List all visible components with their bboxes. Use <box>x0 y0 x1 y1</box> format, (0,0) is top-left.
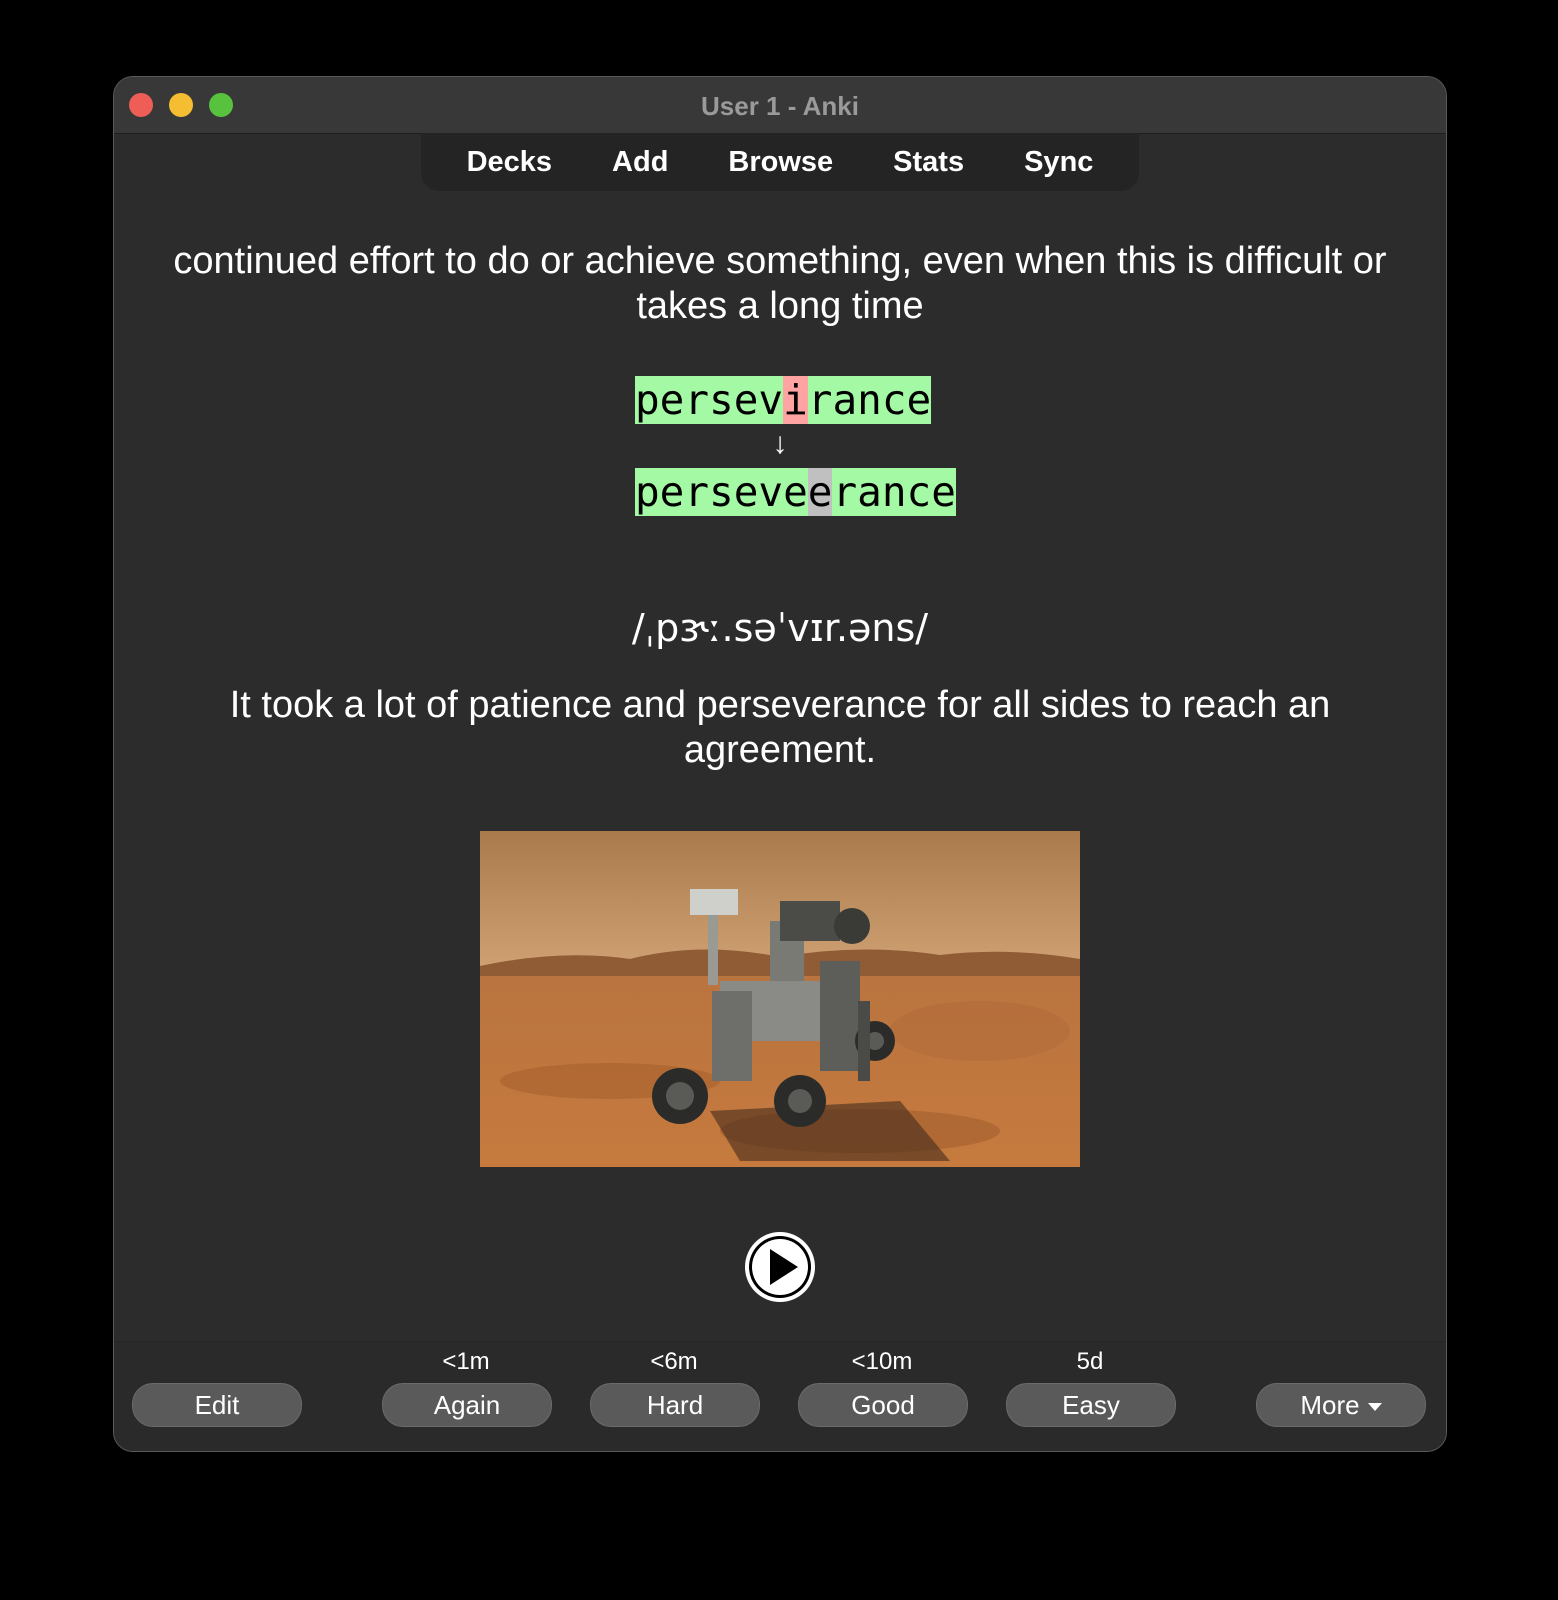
title-bar: User 1 - Anki <box>114 77 1446 134</box>
typed-answer-wrong-letter: i <box>783 376 808 424</box>
typed-answer-match-start: persev <box>635 376 784 424</box>
edit-button[interactable]: Edit <box>132 1383 302 1427</box>
good-interval: <10m <box>851 1348 913 1375</box>
hard-button[interactable]: Hard <box>590 1383 760 1427</box>
toolbar-sync[interactable]: Sync <box>994 146 1123 179</box>
good-button[interactable]: Good <box>798 1383 968 1427</box>
chevron-down-icon <box>1367 1403 1382 1412</box>
play-audio-icon[interactable] <box>744 1231 816 1303</box>
easy-button[interactable]: Easy <box>1006 1383 1176 1427</box>
card-definition: continued effort to do or achieve someth… <box>173 240 1387 327</box>
typed-answer-match-end: rance <box>807 376 932 424</box>
example-sentence: It took a lot of patience and perseveran… <box>229 684 1331 771</box>
easy-interval: 5d <box>1076 1348 1104 1375</box>
down-arrow-icon: ↓ <box>772 427 788 460</box>
window-title: User 1 - Anki <box>701 91 859 121</box>
toolbar-decks[interactable]: Decks <box>437 146 582 179</box>
more-button-label: More <box>1300 1390 1360 1420</box>
toolbar-add[interactable]: Add <box>582 146 698 179</box>
answer-bar: Edit <1m Again <6m Hard <10m Good 5d Eas… <box>114 1341 1446 1451</box>
more-button[interactable]: More <box>1256 1383 1426 1427</box>
pronunciation: /ˌpɝː.səˈvɪr.əns/ <box>631 606 929 650</box>
correct-answer: perseveerance <box>635 468 956 516</box>
toolbar-browse[interactable]: Browse <box>698 146 863 179</box>
main-toolbar: Decks Add Browse Stats Sync <box>421 133 1139 191</box>
again-interval: <1m <box>442 1348 490 1375</box>
correct-answer-match-end: rance <box>832 468 956 516</box>
card-content: continued effort to do or achieve someth… <box>114 191 1446 1341</box>
card-image <box>480 831 1080 1167</box>
typed-answer: persevirance <box>635 376 932 424</box>
anki-window: User 1 - Anki Decks Add Browse Stats Syn… <box>113 76 1447 1452</box>
again-button[interactable]: Again <box>382 1383 552 1427</box>
mars-rover-image <box>480 831 1080 1167</box>
correct-answer-match-start: perseve <box>635 468 808 516</box>
correct-answer-missing-letter: e <box>807 468 833 516</box>
hard-interval: <6m <box>650 1348 698 1375</box>
toolbar-stats[interactable]: Stats <box>863 146 994 179</box>
